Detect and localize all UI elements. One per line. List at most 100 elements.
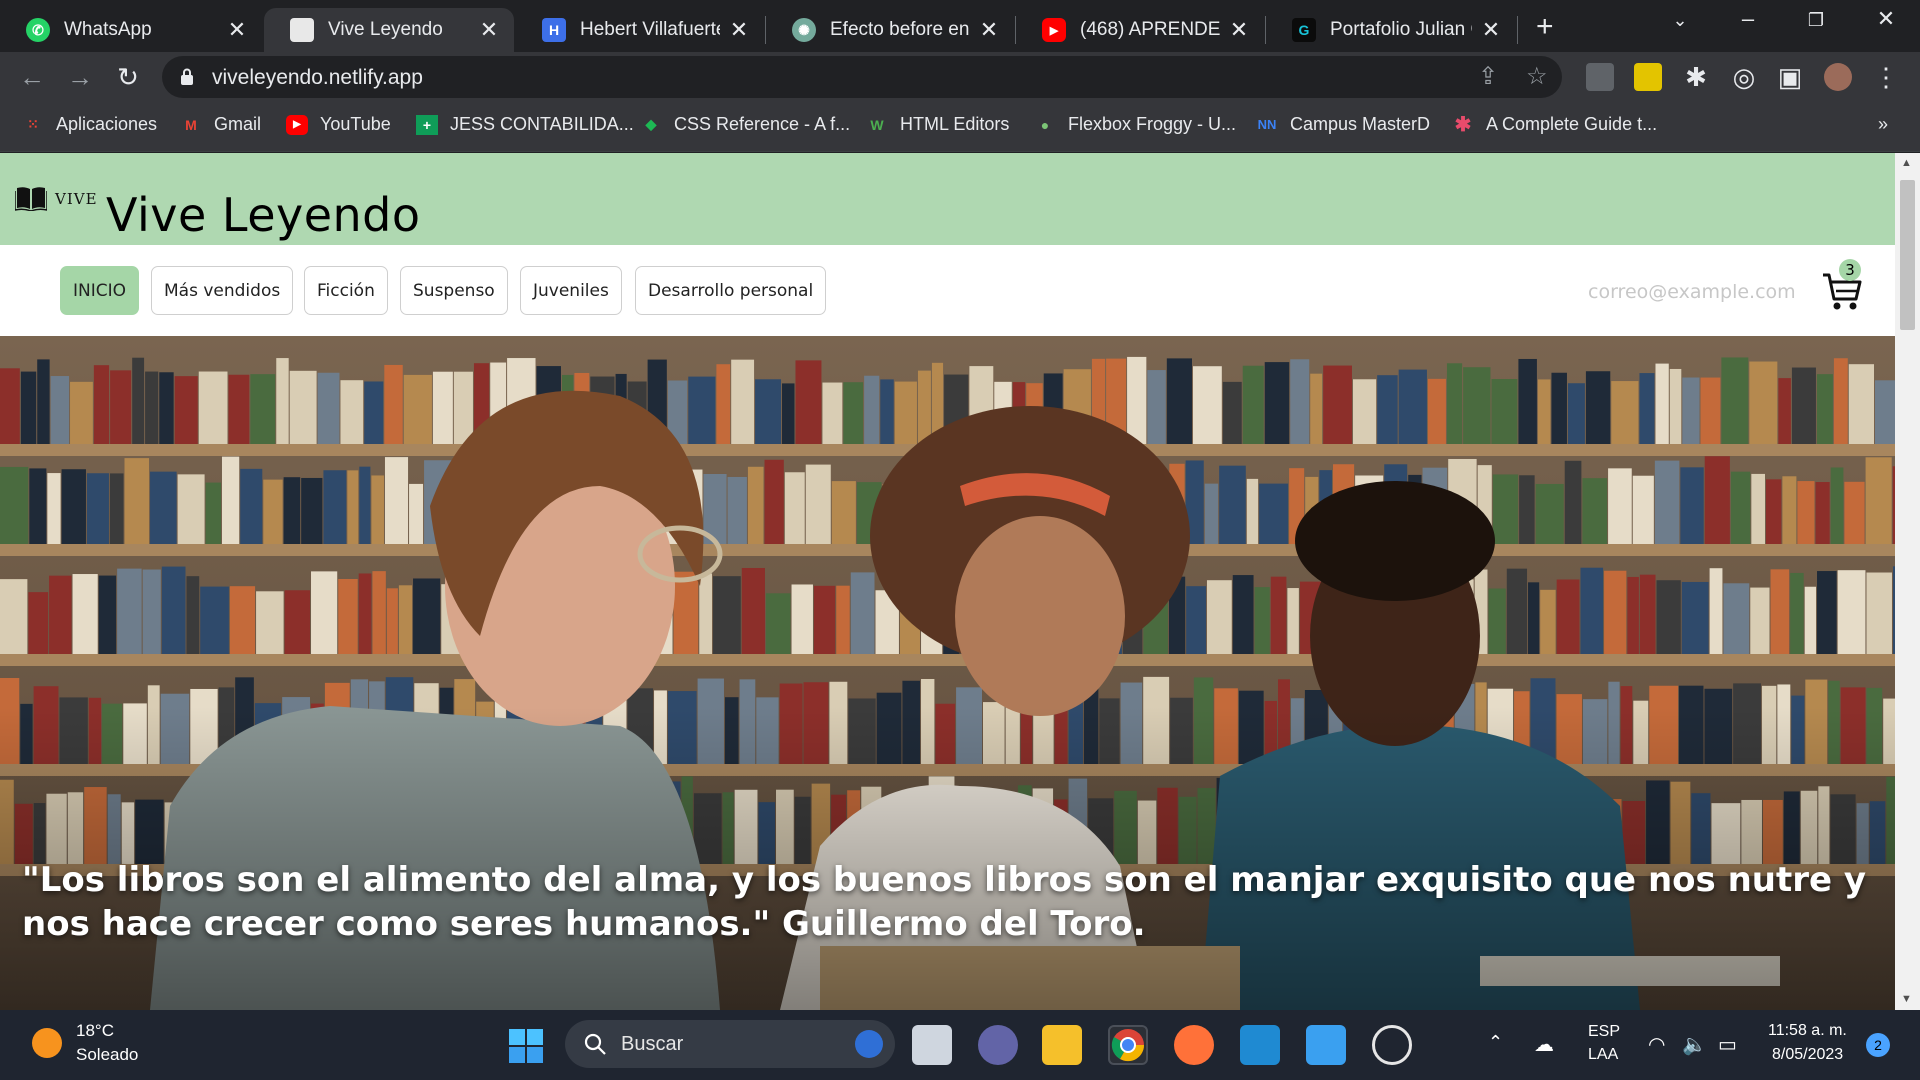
notepad-icon[interactable] bbox=[1306, 1025, 1346, 1065]
bookmark-label: Gmail bbox=[214, 114, 262, 134]
back-button[interactable]: ← bbox=[16, 61, 48, 93]
bookmark-label: HTML Editors bbox=[900, 114, 1010, 134]
nav-desarrollo-personal[interactable]: Desarrollo personal bbox=[635, 266, 827, 315]
tab-vive-leyendo[interactable]: Vive Leyendo ✕ bbox=[264, 8, 514, 52]
sun-weather-icon[interactable] bbox=[32, 1028, 62, 1058]
reload-button[interactable]: ↻ bbox=[112, 61, 144, 93]
apps-grid-icon: ⁙ bbox=[27, 116, 39, 132]
bookmark-item[interactable]: NN Campus MasterD bbox=[1256, 114, 1430, 135]
tab-whatsapp[interactable]: ✆ WhatsApp ✕ bbox=[0, 8, 262, 52]
devtools-extension-icon[interactable] bbox=[1586, 63, 1614, 91]
menu-kebab-icon[interactable]: ⋮ bbox=[1870, 61, 1902, 93]
close-icon[interactable]: ✕ bbox=[478, 17, 500, 43]
tab-hebert[interactable]: H Hebert Villafuerte | ✕ bbox=[516, 8, 764, 52]
puzzle-extensions-icon[interactable]: ✱ bbox=[1680, 61, 1712, 93]
nav-juveniles[interactable]: Juveniles bbox=[520, 266, 622, 315]
address-bar[interactable]: viveleyendo.netlify.app ⇪ ☆ bbox=[162, 56, 1562, 98]
clock-time[interactable]: 11:58 a. m. bbox=[1768, 1022, 1847, 1040]
w3c-html-extension-icon[interactable] bbox=[1634, 63, 1662, 91]
more-bookmarks-button[interactable]: » bbox=[1878, 114, 1888, 135]
tab-youtube[interactable]: ▶ (468) APRENDE a u ✕ bbox=[1016, 8, 1264, 52]
close-icon[interactable]: ✕ bbox=[978, 17, 1000, 43]
forward-button[interactable]: → bbox=[64, 61, 96, 93]
task-view-icon[interactable] bbox=[912, 1025, 952, 1065]
bookmark-item[interactable]: ⁙ Aplicaciones bbox=[22, 114, 157, 135]
bookmark-label: A Complete Guide t... bbox=[1486, 114, 1658, 134]
battery-icon[interactable]: ▭ bbox=[1718, 1032, 1737, 1057]
vscode-icon[interactable] bbox=[1240, 1025, 1280, 1065]
restore-button[interactable]: ❐ bbox=[1796, 10, 1836, 31]
close-icon[interactable]: ✕ bbox=[1480, 17, 1502, 43]
site-favicon bbox=[290, 18, 314, 42]
asterisk-icon: ✱ bbox=[1454, 114, 1472, 136]
teams-chat-icon[interactable] bbox=[978, 1025, 1018, 1065]
language-top[interactable]: ESP bbox=[1588, 1023, 1620, 1041]
bookmark-item[interactable]: W HTML Editors bbox=[866, 114, 1009, 135]
bookmark-item[interactable]: M Gmail bbox=[180, 114, 261, 135]
bing-icon[interactable] bbox=[855, 1030, 883, 1058]
nav-suspenso[interactable]: Suspenso bbox=[400, 266, 508, 315]
youtube-icon: ▶ bbox=[286, 114, 308, 135]
nav-mas-vendidos[interactable]: Más vendidos bbox=[151, 266, 294, 315]
notification-badge[interactable]: 2 bbox=[1866, 1033, 1890, 1057]
h-icon: H bbox=[542, 18, 566, 42]
firefox-icon[interactable] bbox=[1174, 1025, 1214, 1065]
bookmark-star-icon[interactable]: ☆ bbox=[1526, 62, 1548, 91]
tab-title: Vive Leyendo bbox=[328, 19, 443, 40]
taskbar-search[interactable]: Buscar bbox=[565, 1020, 895, 1068]
tab-efecto[interactable]: ✺ Efecto before en vic ✕ bbox=[766, 8, 1014, 52]
nav-inicio[interactable]: INICIO bbox=[60, 266, 140, 315]
chrome-icon[interactable] bbox=[1108, 1025, 1148, 1065]
portfolio-icon: G bbox=[1292, 18, 1316, 42]
weather-description[interactable]: Soleado bbox=[76, 1045, 138, 1065]
scrollbar-thumb[interactable] bbox=[1900, 180, 1915, 330]
windows-taskbar bbox=[0, 1010, 1920, 1080]
page-scrollbar[interactable]: ▲ ▼ bbox=[1895, 153, 1920, 1010]
bookmark-item[interactable]: ◆ CSS Reference - A f... bbox=[640, 114, 850, 135]
clock-date[interactable]: 8/05/2023 bbox=[1772, 1046, 1843, 1064]
minimize-button[interactable]: – bbox=[1728, 6, 1768, 32]
side-panel-icon[interactable]: ▣ bbox=[1774, 61, 1806, 93]
windows-start-icon[interactable] bbox=[508, 1028, 544, 1064]
email-text[interactable]: correo@example.com bbox=[1588, 281, 1796, 303]
close-window-button[interactable]: ✕ bbox=[1866, 6, 1906, 32]
nav-ficcion[interactable]: Ficción bbox=[304, 266, 388, 315]
close-icon[interactable]: ✕ bbox=[1228, 17, 1250, 43]
onedrive-cloud-icon[interactable]: ☁ bbox=[1534, 1032, 1554, 1057]
hero-quote: "Los libros son el alimento del alma, y … bbox=[22, 860, 1867, 944]
tab-search-icon[interactable]: ⌄ bbox=[1660, 10, 1700, 31]
share-icon[interactable]: ⇪ bbox=[1478, 62, 1498, 91]
volume-icon[interactable]: 🔈 bbox=[1682, 1032, 1707, 1057]
close-icon[interactable]: ✕ bbox=[728, 17, 750, 43]
site-title[interactable]: Vive Leyendo bbox=[106, 188, 421, 242]
url-text: viveleyendo.netlify.app bbox=[212, 66, 423, 89]
chevron-up-icon[interactable]: ⌃ bbox=[1488, 1032, 1503, 1053]
new-tab-button[interactable]: + bbox=[1536, 10, 1554, 44]
bookmark-item[interactable]: ✱ A Complete Guide t... bbox=[1452, 114, 1658, 136]
file-explorer-icon[interactable] bbox=[1042, 1025, 1082, 1065]
scroll-up-arrow-icon[interactable]: ▲ bbox=[1901, 157, 1912, 169]
app-ring-icon[interactable] bbox=[1372, 1025, 1412, 1065]
bookmark-label: YouTube bbox=[320, 114, 391, 134]
plus-green-icon: + bbox=[416, 114, 438, 135]
scroll-down-arrow-icon[interactable]: ▼ bbox=[1901, 993, 1912, 1005]
close-icon[interactable]: ✕ bbox=[226, 17, 248, 43]
bookmark-item[interactable]: ▶ YouTube bbox=[286, 114, 391, 135]
css-reference-icon: ◆ bbox=[645, 116, 657, 132]
tab-title: Efecto before en vic bbox=[830, 19, 970, 40]
bookmark-label: JESS CONTABILIDA... bbox=[450, 114, 634, 134]
language-bottom[interactable]: LAA bbox=[1588, 1046, 1618, 1064]
hero-banner: "Los libros son el alimento del alma, y … bbox=[0, 336, 1895, 1010]
web-page: VIVE Vive Leyendo INICIO Más vendidos Fi… bbox=[0, 153, 1895, 1010]
bookmark-label: Aplicaciones bbox=[56, 114, 158, 134]
chatgpt-icon: ✺ bbox=[792, 18, 816, 42]
wifi-icon[interactable]: ◠ bbox=[1648, 1032, 1665, 1057]
bookmark-item[interactable]: + JESS CONTABILIDA... bbox=[416, 114, 634, 135]
profile-avatar[interactable] bbox=[1824, 63, 1852, 91]
tab-title: Hebert Villafuerte | bbox=[580, 19, 720, 40]
tab-portafolio[interactable]: G Portafolio Julian Go ✕ bbox=[1266, 8, 1516, 52]
bookmark-item[interactable]: ● Flexbox Froggy - U... bbox=[1034, 114, 1236, 135]
froggy-icon: ● bbox=[1040, 116, 1050, 133]
performance-icon[interactable]: ◎ bbox=[1728, 61, 1760, 93]
weather-temperature[interactable]: 18°C bbox=[76, 1021, 114, 1041]
